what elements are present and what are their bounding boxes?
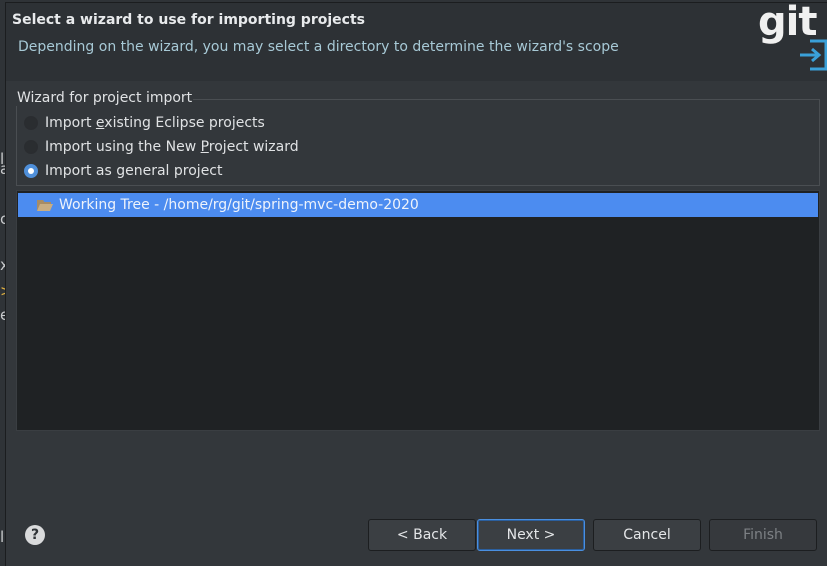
tree-item-label: Working Tree - /home/rg/git/spring-mvc-d…: [59, 197, 419, 213]
radio-button-checked[interactable]: [24, 164, 38, 178]
working-tree-list[interactable]: Working Tree - /home/rg/git/spring-mvc-d…: [16, 190, 820, 431]
radio-import-existing-eclipse-projects[interactable]: Import existing Eclipse projects: [24, 113, 265, 133]
finish-button[interactable]: Finish: [709, 519, 817, 551]
radio-button[interactable]: [24, 140, 38, 154]
cancel-button[interactable]: Cancel: [593, 519, 701, 551]
import-wizard-dialog: Select a wizard to use for importing pro…: [5, 0, 827, 566]
radio-label: Import using the New Project wizard: [45, 139, 299, 155]
back-button[interactable]: < Back: [368, 519, 476, 551]
tree-item-working-tree[interactable]: Working Tree - /home/rg/git/spring-mvc-d…: [18, 193, 818, 217]
wizard-group-legend: Wizard for project import: [16, 90, 194, 106]
wizard-header: Select a wizard to use for importing pro…: [6, 0, 827, 81]
folder-open-icon: [37, 199, 53, 211]
radio-import-as-general-project[interactable]: Import as general project: [24, 161, 223, 181]
help-icon[interactable]: ?: [25, 525, 45, 545]
wizard-description: Depending on the wizard, you may select …: [18, 39, 619, 55]
git-logo: git: [758, 0, 827, 73]
radio-label: Import as general project: [45, 163, 223, 179]
wizard-title: Select a wizard to use for importing pro…: [12, 12, 365, 28]
import-arrow-icon: [800, 39, 827, 71]
radio-label: Import existing Eclipse projects: [45, 115, 265, 131]
next-button[interactable]: Next >: [477, 519, 585, 551]
background-text: l: [0, 528, 5, 546]
radio-import-new-project-wizard[interactable]: Import using the New Project wizard: [24, 137, 299, 157]
radio-button[interactable]: [24, 116, 38, 130]
